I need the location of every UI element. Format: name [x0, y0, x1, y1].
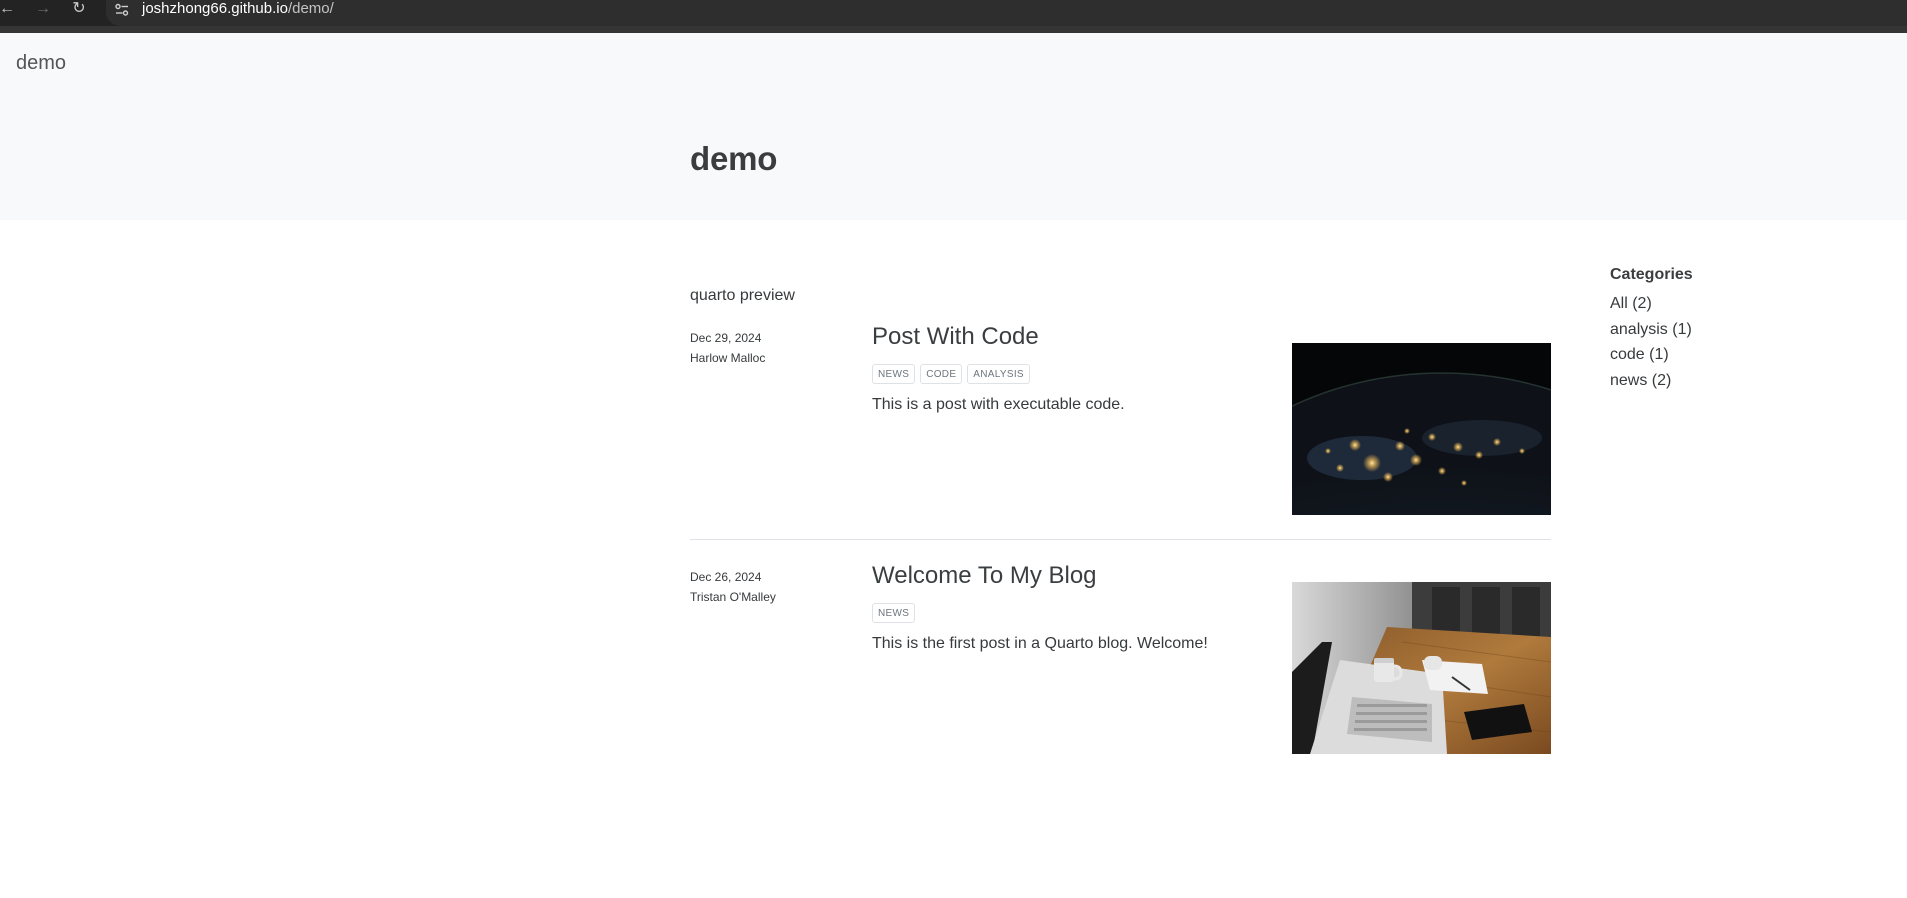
back-arrow-icon[interactable]: ←: [0, 0, 18, 20]
category-link-code[interactable]: code (1): [1610, 342, 1770, 368]
category-badge-news[interactable]: NEWS: [872, 603, 916, 623]
site-settings-icon[interactable]: [114, 2, 130, 18]
category-badge-code[interactable]: CODE: [920, 364, 963, 384]
laptop-desk-image[interactable]: [1292, 582, 1551, 754]
post-description: This is a post with executable code.: [872, 396, 1125, 413]
title-banner: [0, 33, 1907, 220]
navbar-brand[interactable]: demo: [16, 52, 66, 75]
category-badge-analysis[interactable]: ANALYSIS: [967, 364, 1030, 384]
post-title[interactable]: Post With Code: [872, 323, 1039, 351]
url-text[interactable]: joshzhong66.github.io/demo/: [142, 0, 334, 20]
reload-icon[interactable]: ↻: [68, 0, 90, 20]
listing-description: quarto preview: [690, 287, 795, 304]
post-categories: NEWS CODE ANALYSIS: [872, 364, 1030, 384]
url-path: /demo/: [287, 0, 334, 17]
toolbar-divider: [0, 26, 1907, 33]
categories-sidebar: Categories All (2) analysis (1) code (1)…: [1610, 266, 1770, 393]
category-link-news[interactable]: news (2): [1610, 368, 1770, 394]
post-author: Harlow Malloc: [690, 351, 766, 365]
address-bar[interactable]: [106, 0, 1907, 26]
post-listing-item[interactable]: Dec 26, 2024 Tristan O'Malley Welcome To…: [690, 562, 1551, 800]
post-description: This is the first post in a Quarto blog.…: [872, 635, 1208, 652]
categories-heading: Categories: [1610, 266, 1693, 283]
forward-arrow-icon[interactable]: →: [32, 0, 54, 20]
category-link-analysis[interactable]: analysis (1): [1610, 317, 1770, 343]
post-divider: [690, 539, 1551, 540]
post-author: Tristan O'Malley: [690, 590, 776, 604]
earth-at-night-image[interactable]: [1292, 343, 1551, 515]
browser-toolbar: ← → ↻ joshzhong66.github.io/demo/: [0, 0, 1907, 33]
post-date: Dec 26, 2024: [690, 570, 762, 584]
category-badge-news[interactable]: NEWS: [872, 364, 916, 384]
url-host: joshzhong66.github.io: [142, 0, 288, 17]
post-title[interactable]: Welcome To My Blog: [872, 562, 1097, 590]
page-title: demo: [690, 140, 778, 177]
category-link-all[interactable]: All (2): [1610, 291, 1770, 317]
post-listing-item[interactable]: Dec 29, 2024 Harlow Malloc Post With Cod…: [690, 323, 1551, 561]
post-date: Dec 29, 2024: [690, 331, 762, 345]
post-categories: NEWS: [872, 603, 916, 623]
